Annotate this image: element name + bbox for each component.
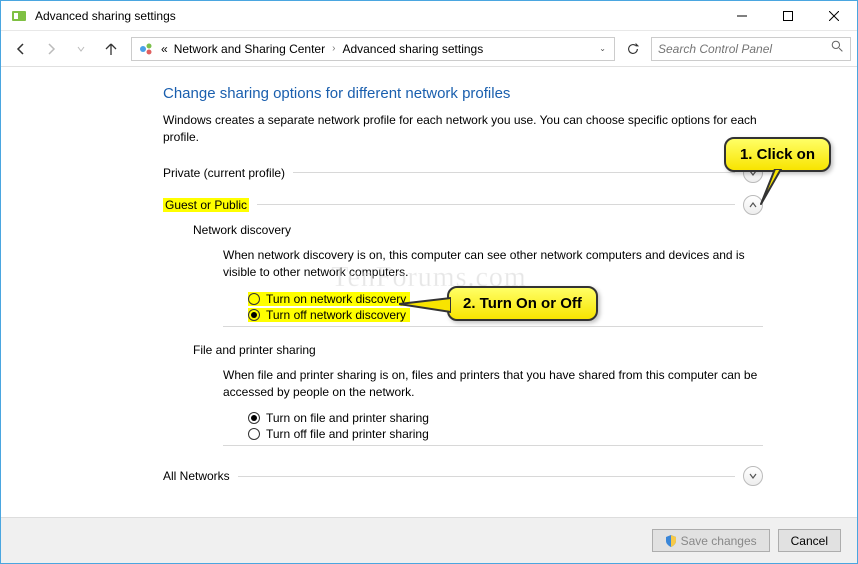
- profile-guest: Guest or Public Network discovery When n…: [163, 195, 763, 455]
- expand-icon[interactable]: [743, 466, 763, 486]
- up-button[interactable]: [97, 35, 125, 63]
- search-icon[interactable]: [831, 40, 844, 58]
- page-title: Change sharing options for different net…: [163, 85, 763, 102]
- divider: [257, 204, 735, 205]
- save-label: Save changes: [681, 534, 757, 548]
- search-box[interactable]: [651, 37, 851, 61]
- radio-icon: [248, 428, 260, 440]
- radio-nd-on[interactable]: Turn on network discovery: [248, 292, 410, 306]
- window-title: Advanced sharing settings: [35, 9, 719, 23]
- recent-dropdown[interactable]: [67, 35, 95, 63]
- annotation-tail-1: [751, 169, 791, 209]
- section-file-printer: File and printer sharing When file and p…: [163, 335, 763, 455]
- minimize-button[interactable]: [719, 1, 765, 31]
- search-input[interactable]: [658, 42, 831, 56]
- nd-title: Network discovery: [193, 223, 763, 237]
- cancel-label: Cancel: [791, 534, 828, 548]
- titlebar: Advanced sharing settings: [1, 1, 857, 31]
- fp-title: File and printer sharing: [193, 343, 763, 357]
- crumb-advanced-sharing[interactable]: Advanced sharing settings: [339, 42, 486, 56]
- close-button[interactable]: [811, 1, 857, 31]
- shield-icon: [665, 535, 677, 547]
- divider: [223, 445, 763, 446]
- breadcrumb-dropdown[interactable]: ⌄: [593, 44, 612, 53]
- page-description: Windows creates a separate network profi…: [163, 112, 763, 147]
- profile-private-header[interactable]: Private (current profile): [163, 163, 763, 183]
- breadcrumb-icon: [138, 41, 154, 57]
- profile-guest-header[interactable]: Guest or Public: [163, 195, 763, 215]
- annotation-click-on: 1. Click on: [724, 137, 831, 172]
- content-area: TenForums.com Change sharing options for…: [1, 67, 857, 517]
- divider: [223, 326, 763, 327]
- profile-all: All Networks: [163, 466, 763, 486]
- annotation-turn-on-off: 2. Turn On or Off: [447, 286, 598, 321]
- radio-nd-off[interactable]: Turn off network discovery: [248, 308, 410, 322]
- control-panel-icon: [11, 8, 27, 24]
- radio-icon: [248, 293, 260, 305]
- crumb-network-center[interactable]: Network and Sharing Center: [171, 42, 328, 56]
- nd-description: When network discovery is on, this compu…: [193, 247, 763, 282]
- radio-icon: [248, 309, 260, 321]
- navbar: « Network and Sharing Center › Advanced …: [1, 31, 857, 67]
- radio-icon: [248, 412, 260, 424]
- forward-button[interactable]: [37, 35, 65, 63]
- profile-guest-label: Guest or Public: [163, 198, 249, 212]
- fp-description: When file and printer sharing is on, fil…: [193, 367, 763, 402]
- cancel-button[interactable]: Cancel: [778, 529, 841, 552]
- crumb-ellipsis[interactable]: «: [158, 42, 171, 56]
- divider: [293, 172, 735, 173]
- profile-private-label: Private (current profile): [163, 166, 285, 180]
- back-button[interactable]: [7, 35, 35, 63]
- profile-private: Private (current profile): [163, 163, 763, 183]
- chevron-right-icon: ›: [328, 43, 339, 54]
- radio-fp-on[interactable]: Turn on file and printer sharing: [248, 411, 763, 425]
- save-button[interactable]: Save changes: [652, 529, 770, 552]
- radio-label: Turn off network discovery: [266, 308, 406, 322]
- radio-label: Turn on network discovery: [266, 292, 406, 306]
- annotation-tail-2: [399, 294, 451, 318]
- profile-all-label: All Networks: [163, 469, 230, 483]
- radio-label: Turn off file and printer sharing: [266, 427, 429, 441]
- radio-label: Turn on file and printer sharing: [266, 411, 429, 425]
- footer: Save changes Cancel: [1, 517, 857, 563]
- profile-all-header[interactable]: All Networks: [163, 466, 763, 486]
- divider: [238, 476, 735, 477]
- refresh-button[interactable]: [621, 37, 645, 61]
- radio-fp-off[interactable]: Turn off file and printer sharing: [248, 427, 763, 441]
- breadcrumb[interactable]: « Network and Sharing Center › Advanced …: [131, 37, 615, 61]
- maximize-button[interactable]: [765, 1, 811, 31]
